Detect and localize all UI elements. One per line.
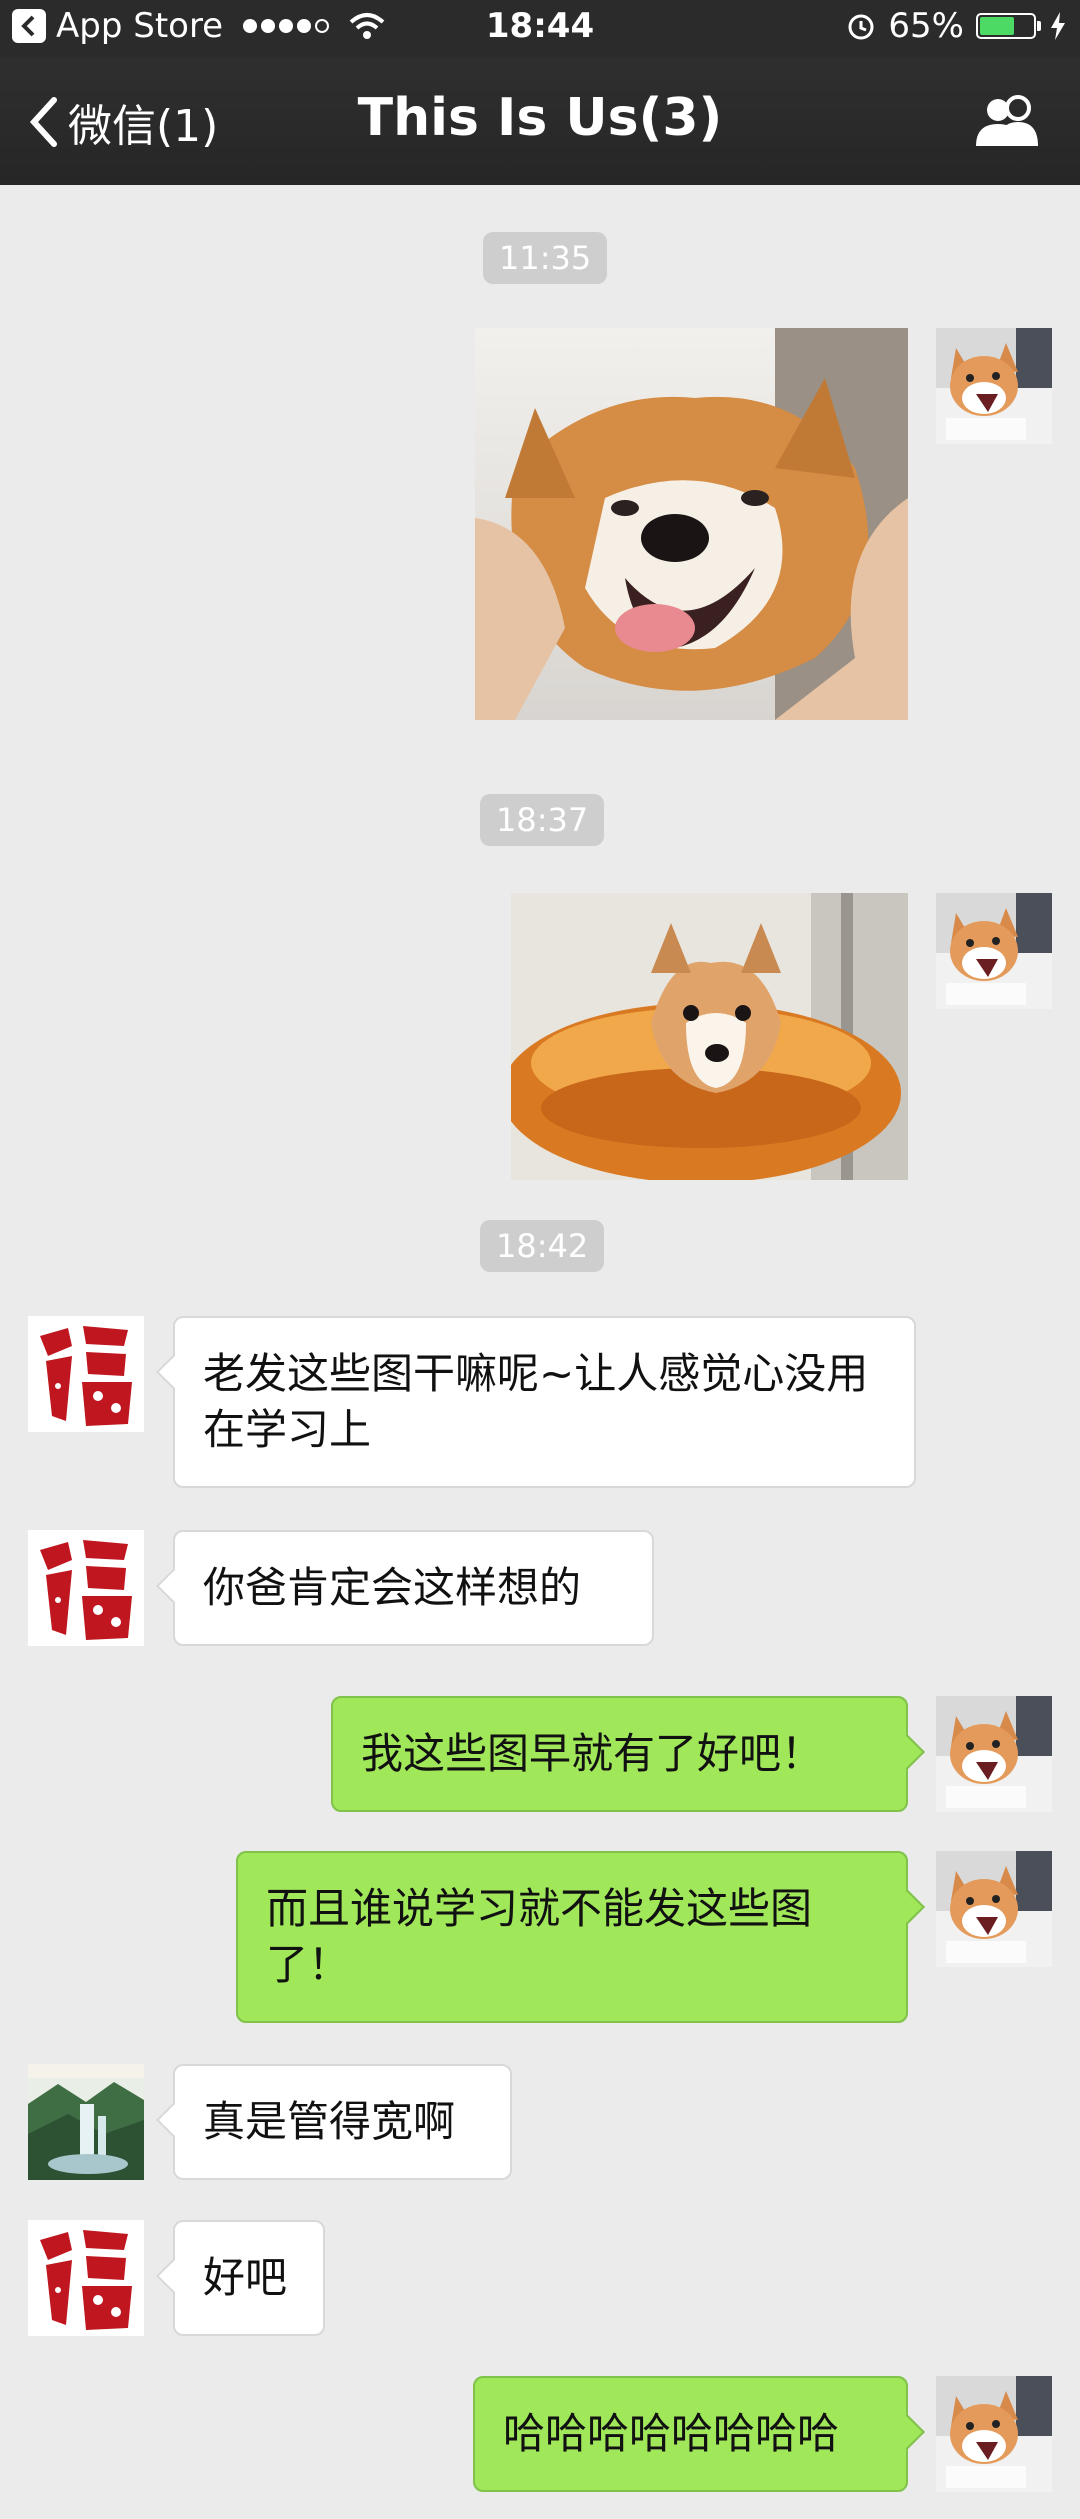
- dog-photo-message[interactable]: [475, 328, 908, 720]
- message-bubble-incoming[interactable]: 真是管得宽啊: [173, 2064, 512, 2180]
- message-bubble-incoming[interactable]: 好吧: [173, 2220, 325, 2336]
- dog-bread-photo-message[interactable]: [511, 893, 908, 1180]
- chat-title: This Is Us(3): [357, 88, 723, 148]
- battery-icon: [976, 13, 1041, 39]
- my-avatar[interactable]: [936, 893, 1052, 1009]
- message-bubble-outgoing[interactable]: 哈哈哈哈哈哈哈哈: [473, 2376, 908, 2492]
- nav-bar: 微信(1) This Is Us(3): [0, 58, 1080, 185]
- message-bubble-outgoing[interactable]: 我这些图早就有了好吧！: [331, 1696, 908, 1812]
- message-bubble-incoming[interactable]: 老发这些图干嘛呢~让人感觉心没用在学习上: [173, 1316, 916, 1488]
- chat-timestamp: 18:37: [480, 794, 605, 846]
- contact-avatar-fu[interactable]: [28, 1316, 144, 1432]
- chat-timestamp: 11:35: [483, 232, 608, 284]
- chat-timestamp: 18:42: [480, 1220, 605, 1272]
- my-avatar[interactable]: [936, 2376, 1052, 2492]
- alarm-icon: [846, 11, 876, 41]
- my-avatar[interactable]: [936, 328, 1052, 444]
- status-right: 65%: [846, 6, 1066, 46]
- my-avatar[interactable]: [936, 1851, 1052, 1967]
- contact-avatar-fu[interactable]: [28, 2220, 144, 2336]
- contact-avatar-landscape[interactable]: [28, 2064, 144, 2180]
- contact-avatar-fu[interactable]: [28, 1530, 144, 1646]
- group-members-icon[interactable]: [974, 94, 1044, 150]
- charging-bolt-icon: [1050, 12, 1066, 40]
- message-bubble-outgoing[interactable]: 而且谁说学习就不能发这些图了！: [236, 1851, 908, 2023]
- battery-percent: 65%: [888, 6, 964, 46]
- message-bubble-incoming[interactable]: 你爸肯定会这样想的: [173, 1530, 654, 1646]
- status-bar: App Store 18:44 65%: [0, 0, 1080, 58]
- my-avatar[interactable]: [936, 1696, 1052, 1812]
